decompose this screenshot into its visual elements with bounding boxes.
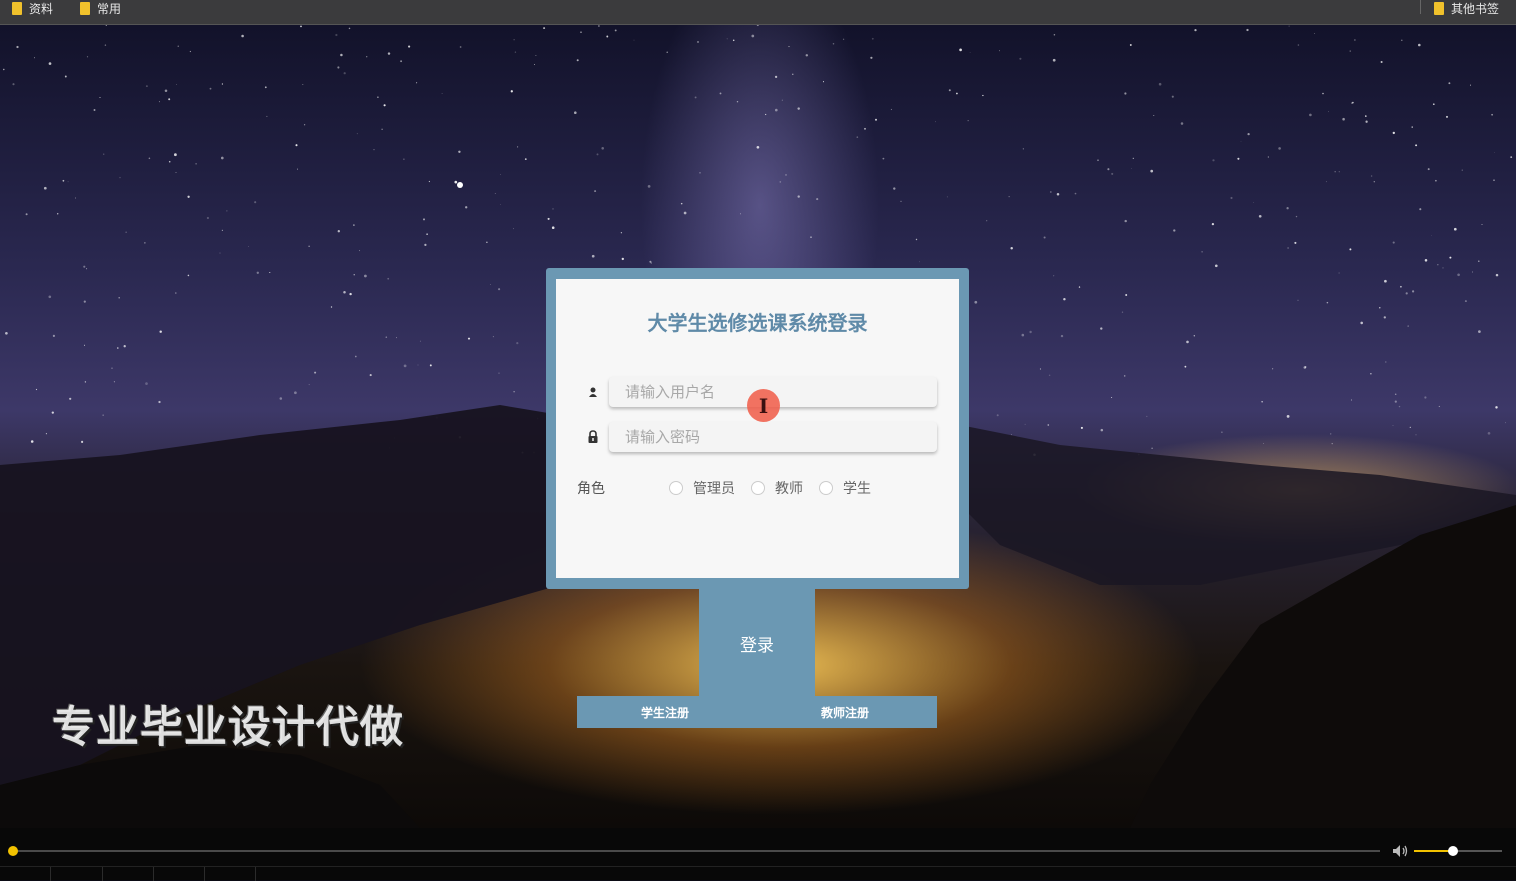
progress-knob[interactable] [8, 846, 18, 856]
password-input[interactable] [609, 422, 925, 452]
user-icon [589, 387, 597, 397]
teacher-register-link[interactable]: 教师注册 [821, 696, 869, 728]
bookmark-label: 资料 [29, 1, 54, 16]
bookmark-folder-ziliao[interactable]: 资料 [12, 0, 53, 24]
volume-knob[interactable] [1448, 846, 1458, 856]
password-field[interactable] [609, 422, 937, 452]
login-title: 大学生选修选课系统登录 [647, 311, 868, 335]
video-player-bar [0, 828, 1516, 881]
role-label: 角色 [577, 481, 605, 497]
control-divider [102, 867, 103, 881]
lock-icon [588, 430, 598, 443]
student-register-link[interactable]: 学生注册 [641, 696, 689, 728]
control-divider [255, 867, 256, 881]
folder-icon [12, 1, 22, 15]
role-radio-admin[interactable] [669, 481, 683, 495]
player-controls-row [0, 866, 1516, 881]
folder-icon [80, 1, 90, 15]
bookmarks-bar: 资料 常用 其他书签 [0, 0, 1516, 25]
login-card: 大学生选修选课系统登录 角色 管理员 教师 学生 [556, 279, 959, 578]
role-label-admin: 管理员 [693, 481, 735, 497]
watermark-text: 专业毕业设计代做 [52, 703, 404, 753]
control-divider [204, 867, 205, 881]
progress-track[interactable] [14, 850, 1380, 852]
folder-icon [1434, 1, 1444, 15]
role-radio-student[interactable] [819, 481, 833, 495]
register-bar: 学生注册 教师注册 [577, 696, 937, 728]
volume-icon[interactable] [1392, 844, 1410, 858]
control-divider [50, 867, 51, 881]
login-button[interactable]: 登录 [699, 589, 815, 697]
bookmark-label: 其他书签 [1451, 1, 1500, 16]
control-divider [153, 867, 154, 881]
bookmark-separator [1420, 0, 1421, 14]
role-label-student: 学生 [843, 481, 871, 497]
role-label-teacher: 教师 [775, 481, 803, 497]
bookmark-folder-other[interactable]: 其他书签 [1434, 0, 1499, 24]
role-radio-teacher[interactable] [751, 481, 765, 495]
text-cursor-icon: I [747, 389, 780, 422]
bookmark-folder-changyong[interactable]: 常用 [80, 0, 121, 24]
bookmark-label: 常用 [97, 1, 122, 16]
